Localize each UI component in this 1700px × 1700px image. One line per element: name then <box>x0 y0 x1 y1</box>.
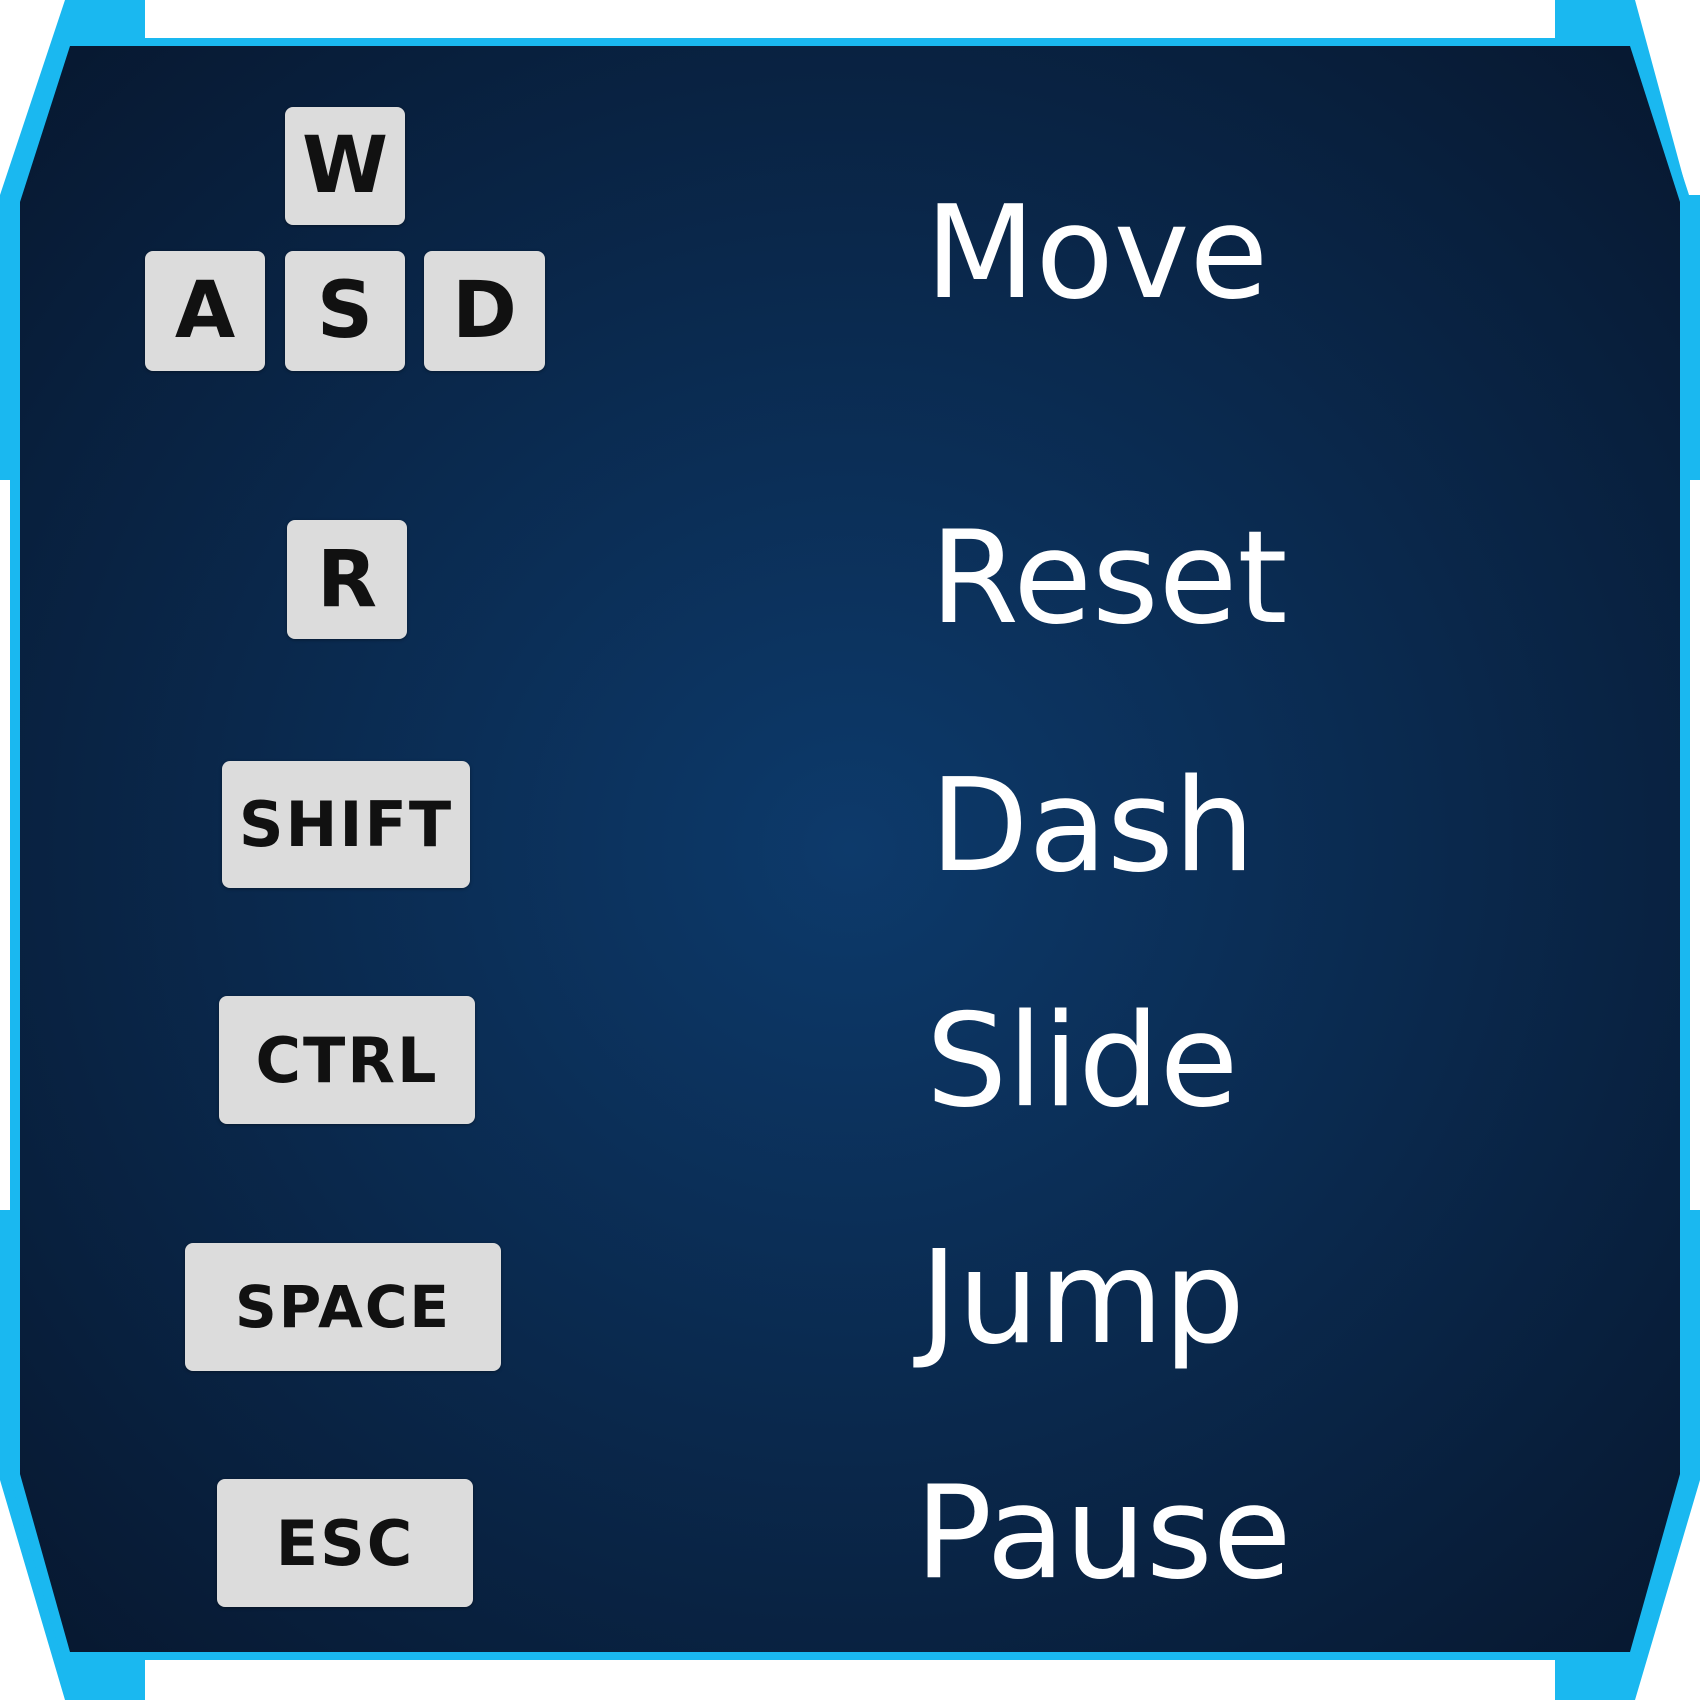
key-esc: ESC <box>217 1479 473 1607</box>
action-label-dash: Dash <box>930 752 1255 901</box>
action-label-reset: Reset <box>930 504 1288 653</box>
action-label-jump: Jump <box>920 1224 1245 1373</box>
key-s: S <box>285 251 405 371</box>
key-d: D <box>424 251 545 371</box>
key-w: W <box>285 107 405 225</box>
action-label-slide: Slide <box>926 987 1239 1136</box>
key-shift: SHIFT <box>222 761 470 888</box>
key-ctrl: CTRL <box>219 996 475 1124</box>
action-label-pause: Pause <box>915 1459 1292 1608</box>
controls-list: W A S D Move R Reset SHIFT Dash CTRL Sli… <box>0 0 1700 1700</box>
key-space: SPACE <box>185 1243 501 1371</box>
key-a: A <box>145 251 265 371</box>
action-label-move: Move <box>925 179 1269 328</box>
controls-screen: W A S D Move R Reset SHIFT Dash CTRL Sli… <box>0 0 1700 1700</box>
key-r: R <box>287 520 407 639</box>
